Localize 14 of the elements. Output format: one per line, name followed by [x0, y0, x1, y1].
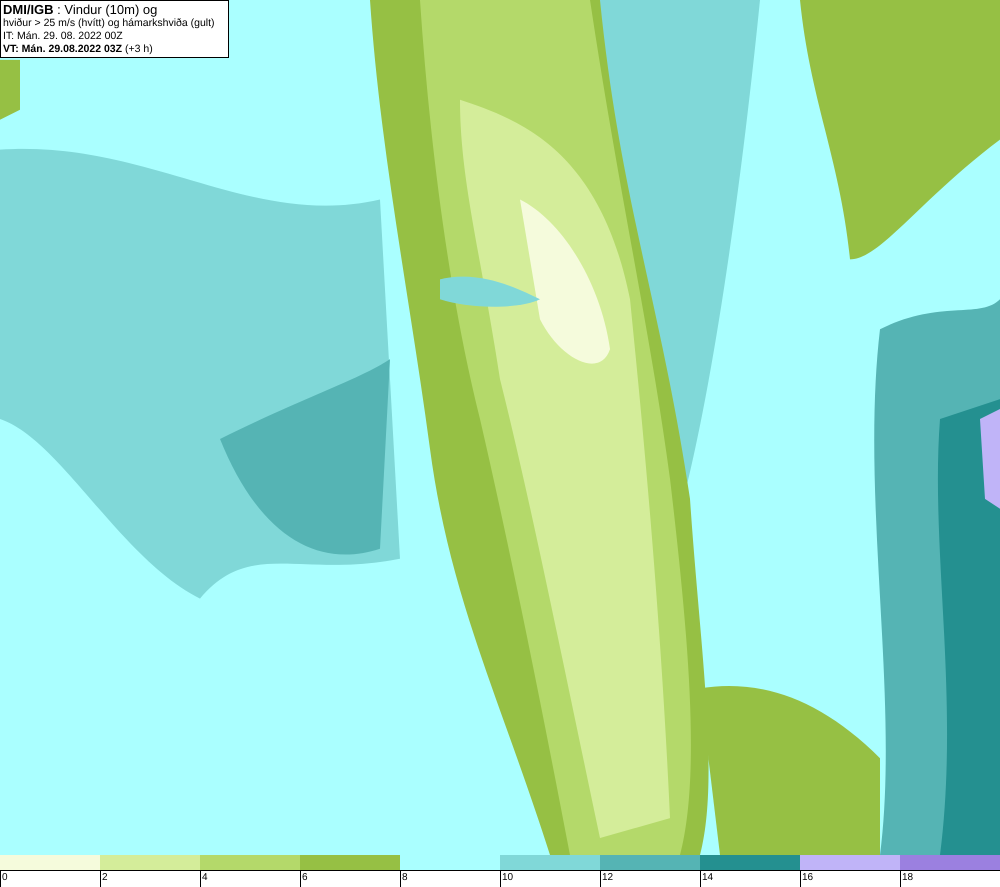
legend-label: 2: [101, 871, 108, 884]
legend-label: 4: [201, 871, 208, 884]
legend-label: 6: [301, 871, 308, 884]
legend-label: 18: [901, 871, 914, 884]
info-text: VT: Mán. 29.08.2022 03Z (+3 h): [3, 43, 154, 56]
info-text: hviður > 25 m/s (hvítt) og hámarkshviða (gult): [3, 17, 216, 30]
legend-label: 16: [801, 871, 814, 884]
legend-label: 10: [501, 871, 514, 884]
legend-label: 14: [701, 871, 714, 884]
legend-label: 0: [1, 871, 8, 884]
info-text: DMI/IGB : Vindur (10m) og: [3, 2, 158, 17]
legend-label: 8: [401, 871, 408, 884]
legend-label: 12: [601, 871, 614, 884]
info-text: IT: Mán. 29. 08. 2022 00Z: [3, 30, 124, 43]
